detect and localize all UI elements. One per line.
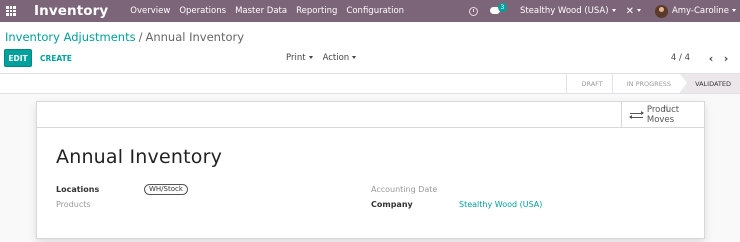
locations-label: Locations [56, 185, 100, 194]
product-moves-label: Product Moves [646, 105, 680, 125]
debug-tools-icon[interactable]: ✕ [626, 6, 641, 17]
company-switcher[interactable]: Stealthy Wood (USA) [520, 6, 616, 16]
pager-previous-button[interactable]: ‹ [705, 52, 717, 65]
exchange-arrows-icon [629, 111, 644, 120]
chevron-down-icon [352, 56, 357, 59]
breadcrumb-separator: / [138, 30, 143, 44]
sidebar-actions: Print Action [286, 49, 357, 67]
create-button[interactable]: CREATE [40, 49, 72, 67]
app-brand[interactable]: Inventory [34, 3, 108, 19]
user-menu[interactable]: Amy-Caroline [672, 6, 736, 16]
chevron-down-icon [308, 56, 313, 59]
chevron-down-icon [611, 9, 616, 12]
smart-button-box: Product Moves [37, 102, 704, 128]
print-dropdown[interactable]: Print [286, 53, 313, 63]
edit-button[interactable]: EDIT [4, 49, 32, 67]
menu-item-overview[interactable]: Overview [130, 6, 170, 16]
action-dropdown[interactable]: Action [323, 53, 357, 63]
menu-item-configuration[interactable]: Configuration [346, 6, 404, 16]
navbar-systray: 3 Stealthy Wood (USA) ✕ Amy-Caroline [468, 0, 740, 22]
company-switcher-label: Stealthy Wood (USA) [519, 6, 609, 16]
menu-item-operations[interactable]: Operations [179, 6, 226, 16]
form-sheet: Product Moves Annual Inventory Locations… [36, 101, 705, 239]
activity-clock-icon[interactable] [468, 6, 478, 16]
products-label: Products [56, 200, 91, 209]
stage-in-progress: IN PROGRESS [611, 74, 680, 93]
breadcrumb: Inventory Adjustments / Annual Inventory [5, 30, 244, 44]
status-pipeline: DRAFT IN PROGRESS VALIDATED [566, 74, 740, 93]
menu-item-master-data[interactable]: Master Data [235, 6, 287, 16]
breadcrumb-parent[interactable]: Inventory Adjustments [5, 30, 136, 44]
print-label: Print [286, 53, 306, 63]
main-menu: Overview Operations Master Data Reportin… [130, 6, 413, 16]
control-panel: Inventory Adjustments / Annual Inventory E… [0, 22, 740, 74]
chat-icon[interactable]: 3 [489, 3, 507, 16]
chevron-down-icon [636, 9, 641, 12]
top-navbar: Inventory Overview Operations Master Dat… [0, 0, 740, 22]
company-label: Company [371, 200, 413, 209]
stage-validated: VALIDATED [680, 74, 740, 93]
chat-count-badge: 3 [497, 3, 507, 12]
pager-next-button[interactable]: › [720, 52, 732, 65]
user-name: Amy-Caroline [671, 6, 729, 16]
pager-counter[interactable]: 4 / 4 [671, 53, 690, 63]
hand-cursor-icon: ☝ [663, 104, 669, 114]
location-tag[interactable]: WH/Stock [144, 184, 188, 195]
chevron-down-icon [732, 9, 736, 12]
accounting-date-label: Accounting Date [371, 185, 438, 194]
pager: 4 / 4 ‹ › [671, 49, 732, 67]
form-statusbar: DRAFT IN PROGRESS VALIDATED [0, 74, 740, 94]
record-title: Annual Inventory [56, 146, 223, 168]
company-value-link[interactable]: Stealthy Wood (USA) [459, 200, 542, 209]
action-label: Action [322, 53, 350, 63]
stage-draft: DRAFT [566, 74, 611, 93]
menu-item-reporting[interactable]: Reporting [296, 6, 337, 16]
user-avatar[interactable] [654, 4, 668, 18]
breadcrumb-current: Annual Inventory [145, 30, 245, 44]
apps-menu-icon[interactable] [0, 0, 22, 22]
